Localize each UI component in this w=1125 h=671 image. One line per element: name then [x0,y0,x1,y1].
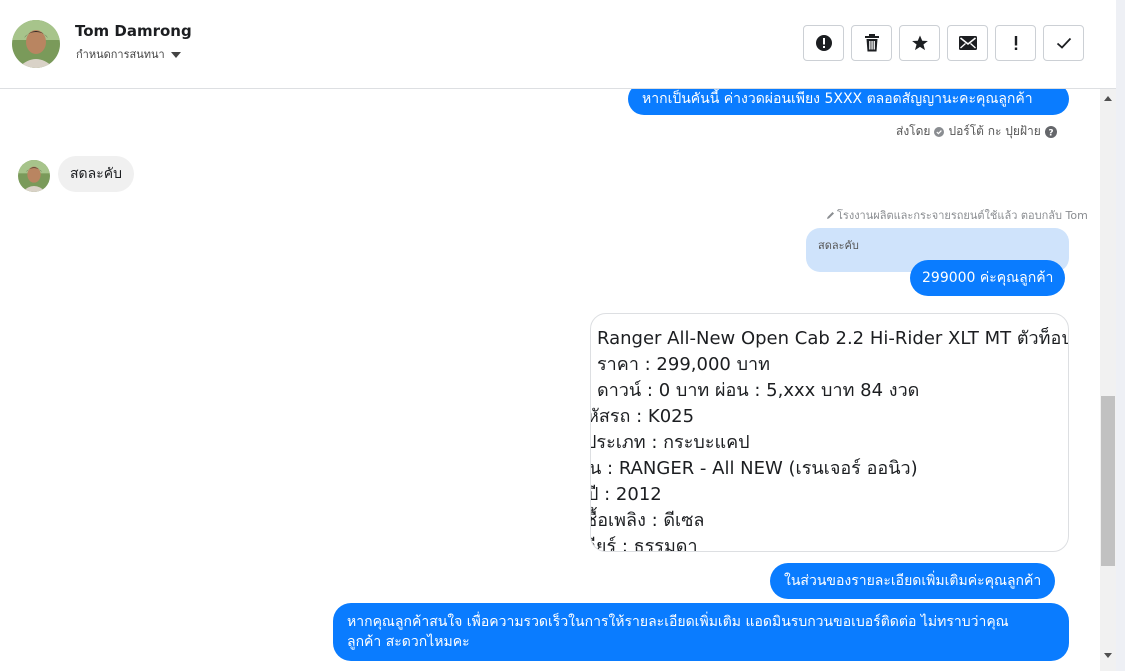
help-circle-icon[interactable]: ? [1044,125,1057,138]
exclamation-icon [1014,36,1017,50]
star-button[interactable] [899,25,940,61]
outgoing-message[interactable]: ในส่วนของรายละเอียดเพิ่มเติมค่ะคุณลูกค้า [770,563,1056,599]
car-detail-line: ประเภท : กระบะแคป [590,432,750,453]
car-details-image[interactable]: Ranger All-New Open Cab 2.2 Hi-Rider XLT… [590,313,1069,552]
message-text: หากเป็นคันนี้ ค่างวดผ่อนเพียง 5XXX ตลอดส… [642,91,1033,107]
envelope-icon [958,36,977,50]
conversation-toolbar [803,25,1084,61]
messenger-inbox-window: Tom Damrong กำหนดการสนทนา หากเป็นคันนี้ … [0,0,1125,671]
reply-note: โรงงานผลิตและกระจายรถยนต์ใช้แล้ว ตอบกลับ… [826,206,1088,224]
quoted-text: สดละคับ [818,239,859,252]
delete-button[interactable] [851,25,892,61]
message-text: ในส่วนของรายละเอียดเพิ่มเติมค่ะคุณลูกค้า [784,573,1042,589]
caret-down-icon [170,51,181,58]
triangle-up-icon [1104,96,1112,101]
scrollbar-thumb[interactable] [1101,396,1115,566]
mark-done-button[interactable] [1043,25,1084,61]
sender-name[interactable]: ปอร์โต้ กะ ปุยฝ้าย [948,122,1040,141]
scroll-down-button[interactable] [1100,648,1116,664]
svg-text:?: ? [1048,128,1053,138]
scrollbar-track[interactable] [1100,89,1116,671]
star-icon [911,35,928,51]
checkmark-icon [1056,37,1071,49]
triangle-down-icon [1104,653,1112,658]
car-detail-line: น : RANGER - All NEW (เรนเจอร์ ออนิว) [590,458,918,479]
message-list[interactable]: หากเป็นคันนี้ ค่างวดผ่อนเพียง 5XXX ตลอดส… [0,89,1100,671]
car-detail-line: ราคา : 299,000 บาท [597,354,770,375]
assign-conversation-label: กำหนดการสนทนา [76,48,165,61]
incoming-message[interactable]: สดละคับ [58,156,134,192]
car-detail-line: ดาวน์ : 0 บาท ผ่อน : 5,xxx บาท 84 งวด [597,380,920,401]
message-text: สดละคับ [70,166,122,182]
follow-up-button[interactable] [995,25,1036,61]
car-detail-line: Ranger All-New Open Cab 2.2 Hi-Rider XLT… [597,328,1069,349]
scroll-up-button[interactable] [1100,90,1116,106]
car-detail-line: ชื้อเพลิง : ดีเซล [590,510,705,531]
car-detail-line: ปี : 2012 [590,484,662,505]
outgoing-message[interactable]: หากคุณลูกค้าสนใจ เพื่อความรวดเร็วในการให… [333,603,1069,661]
message-text-line: หากคุณลูกค้าสนใจ เพื่อความรวดเร็วในการให… [347,614,1009,630]
outgoing-message[interactable]: 299000 ค่ะคุณลูกค้า [910,260,1066,296]
car-detail-line: หัสรถ : K025 [590,406,695,427]
assign-conversation-dropdown[interactable]: กำหนดการสนทนา [76,45,181,63]
reply-note-text: โรงงานผลิตและกระจายรถยนต์ใช้แล้ว ตอบกลับ… [837,209,1088,222]
contact-avatar[interactable] [12,20,60,68]
outgoing-message[interactable]: หากเป็นคันนี้ ค่างวดผ่อนเพียง 5XXX ตลอดส… [628,89,1069,115]
conversation-header: Tom Damrong กำหนดการสนทนา [0,0,1116,89]
message-text: 299000 ค่ะคุณลูกค้า [922,270,1054,286]
check-circle-icon [934,126,945,137]
car-detail-line: กียร์ : ธรรมดา [590,536,698,552]
trash-icon [864,34,879,52]
mark-unread-button[interactable] [947,25,988,61]
message-text-line: ลูกค้า สะดวกไหมคะ [347,634,470,650]
sent-by-info: ส่งโดย ปอร์โต้ กะ ปุยฝ้าย ? [896,122,1057,141]
contact-avatar-small[interactable] [18,160,50,192]
spam-report-button[interactable] [803,25,844,61]
reply-pencil-icon [827,211,834,219]
sent-by-label: ส่งโดย [896,124,931,138]
contact-name[interactable]: Tom Damrong [75,22,192,40]
window-edge [1116,0,1125,671]
alert-circle-icon [815,35,832,51]
